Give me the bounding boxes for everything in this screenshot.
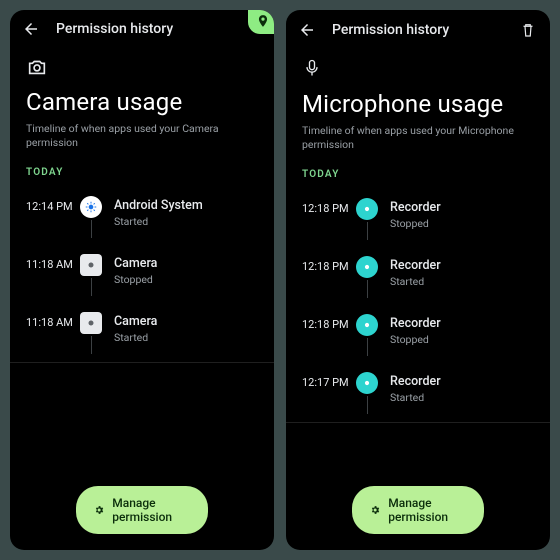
app-icon-recorder — [356, 256, 378, 278]
entry-app-name: Recorder — [390, 258, 441, 273]
app-icon-recorder — [356, 372, 378, 394]
entry-time: 12:14 PM — [26, 196, 76, 213]
location-icon — [256, 14, 270, 28]
camera-icon — [26, 56, 48, 78]
entry-app-name: Camera — [114, 314, 157, 329]
arrow-left-icon — [22, 20, 40, 38]
timeline-connector — [91, 278, 92, 296]
entry-time: 12:18 PM — [302, 256, 352, 273]
timeline-entry[interactable]: 11:18 AM Camera Stopped — [26, 246, 258, 304]
app-icon-recorder — [356, 314, 378, 336]
timeline-entry[interactable]: 12:17 PM Recorder Started — [302, 364, 534, 422]
app-bar: Permission history — [10, 10, 274, 40]
phone-camera-usage: Permission history Camera usage Timeline… — [10, 10, 274, 550]
app-icon-camera — [80, 254, 102, 276]
timeline-connector — [367, 222, 368, 240]
page-subtitle: Timeline of when apps used your Micropho… — [302, 124, 534, 151]
page-subtitle: Timeline of when apps used your Camera p… — [26, 122, 258, 149]
manage-permission-label: Manage permission — [112, 496, 190, 524]
timeline-entry[interactable]: 12:18 PM Recorder Stopped — [302, 190, 534, 248]
manage-permission-button[interactable]: Manage permission — [352, 486, 484, 534]
manage-permission-label: Manage permission — [388, 496, 466, 524]
entry-time: 12:18 PM — [302, 198, 352, 215]
page-title: Microphone usage — [302, 90, 534, 118]
app-bar: Permission history — [286, 10, 550, 42]
app-icon-recorder — [356, 198, 378, 220]
day-label: TODAY — [302, 169, 534, 180]
header-title: Permission history — [332, 22, 449, 38]
arrow-left-icon — [298, 21, 316, 39]
entry-state: Stopped — [390, 217, 441, 230]
timeline-entry[interactable]: 12:18 PM Recorder Started — [302, 248, 534, 306]
timeline-connector — [91, 336, 92, 354]
day-label: TODAY — [26, 167, 258, 178]
screenshot-pair: Permission history Camera usage Timeline… — [0, 0, 560, 560]
manage-permission-button[interactable]: Manage permission — [76, 486, 208, 534]
phone-microphone-usage: Permission history Microphone usage Time… — [286, 10, 550, 550]
timeline-connector — [367, 338, 368, 356]
entry-app-name: Recorder — [390, 316, 441, 331]
entry-time: 12:18 PM — [302, 314, 352, 331]
timeline-entry[interactable]: 12:14 PM Android System Started — [26, 188, 258, 246]
back-button[interactable] — [298, 21, 316, 39]
timeline-list: 12:14 PM Android System Started 11:18 AM — [26, 188, 258, 363]
timeline-connector — [91, 220, 92, 238]
entry-time: 11:18 AM — [26, 312, 76, 329]
content-area: Camera usage Timeline of when apps used … — [10, 40, 274, 550]
entry-state: Started — [114, 215, 203, 228]
entry-state: Stopped — [114, 273, 157, 286]
privacy-indicator-pill[interactable] — [248, 10, 274, 34]
entry-app-name: Recorder — [390, 374, 441, 389]
app-icon-android-system — [80, 196, 102, 218]
entry-state: Stopped — [390, 333, 441, 346]
gear-icon — [94, 503, 104, 517]
content-area: Microphone usage Timeline of when apps u… — [286, 42, 550, 550]
timeline-entry[interactable]: 11:18 AM Camera Started — [26, 304, 258, 362]
divider — [286, 422, 550, 423]
gear-icon — [370, 503, 380, 517]
trash-icon — [519, 21, 537, 39]
microphone-icon — [302, 58, 324, 80]
app-icon-camera — [80, 312, 102, 334]
divider — [10, 362, 274, 363]
entry-time: 11:18 AM — [26, 254, 76, 271]
timeline-entry[interactable]: 12:18 PM Recorder Stopped — [302, 306, 534, 364]
delete-button[interactable] — [518, 20, 538, 40]
timeline-connector — [367, 396, 368, 414]
entry-state: Started — [390, 275, 441, 288]
entry-app-name: Android System — [114, 198, 203, 213]
back-button[interactable] — [22, 20, 40, 38]
entry-app-name: Recorder — [390, 200, 441, 215]
entry-app-name: Camera — [114, 256, 157, 271]
page-title: Camera usage — [26, 88, 258, 116]
timeline-list: 12:18 PM Recorder Stopped 12:18 PM — [302, 190, 534, 423]
entry-state: Started — [114, 331, 157, 344]
timeline-connector — [367, 280, 368, 298]
entry-time: 12:17 PM — [302, 372, 352, 389]
entry-state: Started — [390, 391, 441, 404]
header-title: Permission history — [56, 21, 173, 37]
